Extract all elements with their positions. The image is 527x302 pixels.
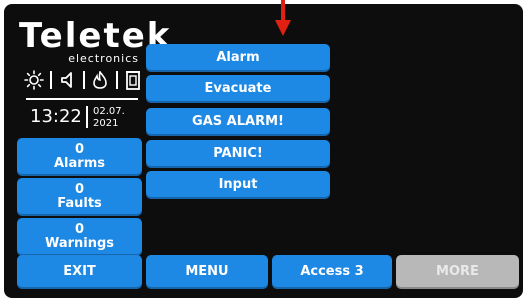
status-separator: [82, 71, 85, 89]
input-button[interactable]: Input: [146, 171, 330, 199]
menu-button[interactable]: MENU: [146, 255, 268, 289]
alarm-button[interactable]: Alarm: [146, 44, 330, 72]
panic-button[interactable]: PANIC!: [146, 140, 330, 168]
sun-icon: [24, 70, 44, 90]
time-separator: [86, 106, 88, 128]
brand-logo: Teletek: [19, 16, 172, 56]
exit-button[interactable]: EXIT: [17, 255, 142, 289]
clock-date: 02.07. 2021: [93, 106, 125, 130]
alarms-count: 0: [74, 142, 85, 157]
evacuate-button[interactable]: Evacuate: [146, 75, 330, 103]
warnings-counter-button[interactable]: 0 Warnings: [17, 218, 142, 256]
status-separator: [50, 71, 53, 89]
brand-subtitle: electronics: [68, 52, 139, 65]
faults-counter-button[interactable]: 0 Faults: [17, 178, 142, 216]
warnings-label: Warnings: [44, 236, 115, 251]
date-day-month: 02.07.: [93, 106, 125, 117]
access-level-button[interactable]: Access 3: [272, 255, 392, 289]
more-button[interactable]: MORE: [396, 255, 519, 289]
status-separator: [115, 71, 118, 89]
alarms-label: Alarms: [54, 156, 105, 171]
indicator-arrow-icon: [275, 0, 291, 36]
gas-alarm-button[interactable]: GAS ALARM!: [146, 108, 330, 136]
alarms-counter-button[interactable]: 0 Alarms: [17, 138, 142, 176]
faults-label: Faults: [57, 196, 102, 211]
faults-count: 0: [74, 182, 85, 197]
clock-time: 13:22: [30, 106, 82, 127]
fire-icon: [93, 71, 108, 89]
door-icon: [125, 71, 140, 90]
status-icons: [24, 68, 142, 92]
speaker-icon: [60, 72, 72, 88]
date-year: 2021: [93, 118, 119, 129]
warnings-count: 0: [74, 222, 85, 237]
header-divider: [26, 98, 138, 100]
